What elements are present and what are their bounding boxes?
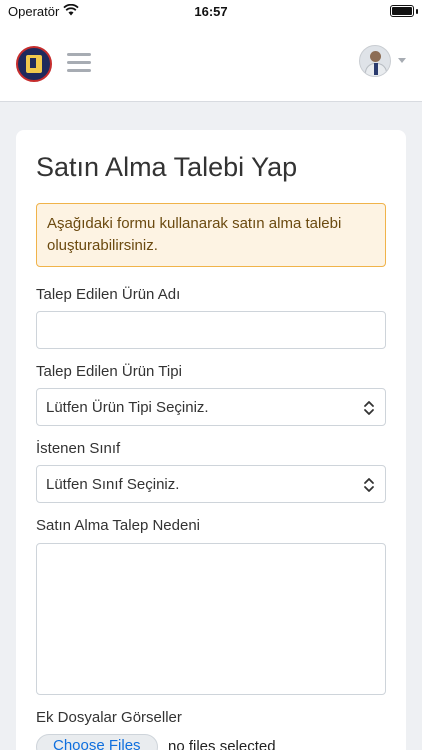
battery-icon [390, 5, 414, 17]
top-navbar [0, 24, 422, 102]
file-status-text: no files selected [168, 738, 276, 750]
school-logo-icon[interactable] [16, 46, 52, 82]
user-avatar[interactable] [359, 45, 391, 77]
file-upload: Choose Files no files selected [36, 734, 276, 750]
hamburger-menu-icon[interactable] [67, 53, 91, 72]
hamburger-line [67, 53, 91, 56]
select-updown-icon [364, 478, 374, 492]
product-name-label: Talep Edilen Ürün Adı [36, 286, 181, 303]
product-name-input[interactable] [36, 311, 386, 349]
battery-level [392, 7, 412, 15]
product-type-selected: Lütfen Ürün Tipi Seçiniz. [46, 399, 209, 416]
purchase-request-card: Satın Alma Talebi Yap Aşağıdaki formu ku… [16, 130, 406, 750]
attachments-label: Ek Dosyalar Görseller [36, 709, 182, 726]
class-label: İstenen Sınıf [36, 440, 121, 457]
status-bar: Operatör 16:57 [0, 0, 422, 24]
page-title: Satın Alma Talebi Yap [36, 152, 298, 182]
caret-down-icon[interactable] [398, 58, 406, 63]
class-selected: Lütfen Sınıf Seçiniz. [46, 476, 180, 493]
choose-files-button[interactable]: Choose Files [36, 734, 158, 750]
battery-tip [416, 9, 418, 14]
reason-label: Satın Alma Talep Nedeni [36, 517, 200, 534]
product-type-select[interactable]: Lütfen Ürün Tipi Seçiniz. [36, 388, 386, 426]
status-time: 16:57 [194, 4, 228, 19]
product-type-label: Talep Edilen Ürün Tipi [36, 363, 182, 380]
info-alert: Aşağıdaki formu kullanarak satın alma ta… [36, 203, 386, 267]
class-select[interactable]: Lütfen Sınıf Seçiniz. [36, 465, 386, 503]
logo-emblem [26, 55, 42, 73]
hamburger-line [67, 61, 91, 64]
avatar-head [370, 51, 381, 62]
reason-textarea[interactable] [36, 543, 386, 695]
hamburger-line [67, 69, 91, 72]
select-updown-icon [364, 401, 374, 415]
avatar-tie [374, 63, 378, 75]
